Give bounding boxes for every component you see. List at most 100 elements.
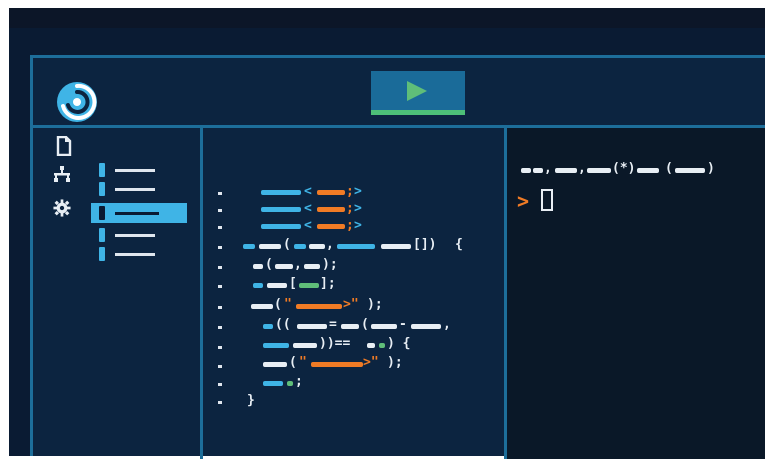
play-icon	[407, 81, 427, 101]
tree-item[interactable]	[99, 226, 179, 244]
code-token	[263, 381, 283, 386]
file-icon[interactable]	[55, 136, 73, 156]
code-token	[379, 343, 385, 348]
gutter-marker	[218, 209, 222, 212]
code-glyph: ,	[326, 237, 334, 252]
code-glyph: ;	[346, 184, 354, 199]
sidebar	[33, 128, 203, 459]
tree-item[interactable]	[99, 180, 179, 198]
output-glyph: )	[707, 161, 715, 176]
code-editor[interactable]: < ; > < ; > < ; > ( , []) {(,); []; …	[203, 128, 507, 459]
code-glyph: <	[304, 201, 312, 216]
tree-item[interactable]	[99, 245, 179, 263]
code-glyph: ;	[346, 201, 354, 216]
code-token	[294, 244, 306, 249]
brace-open: {	[455, 237, 463, 252]
gutter-marker	[218, 346, 222, 349]
code-token	[381, 244, 411, 249]
code-glyph: (	[274, 297, 282, 312]
gutter-marker	[218, 383, 222, 386]
code-glyph: =	[329, 317, 337, 332]
code-glyph: ;	[295, 374, 303, 389]
code-token	[263, 343, 289, 348]
gutter-marker	[218, 192, 222, 195]
code-token	[275, 264, 293, 269]
output-glyph: (	[665, 161, 673, 176]
swirl-logo-icon	[57, 82, 97, 122]
code-token	[253, 283, 263, 288]
terminal-cursor[interactable]	[541, 189, 553, 211]
code-token	[253, 264, 263, 269]
code-glyph: >	[354, 218, 362, 233]
top-bar	[9, 8, 765, 28]
code-glyph: <	[304, 218, 312, 233]
code-token	[251, 304, 273, 309]
code-token	[367, 343, 375, 348]
code-token	[259, 244, 281, 249]
tree-label	[115, 169, 155, 172]
code-token	[317, 190, 345, 195]
code-glyph: ,	[443, 317, 451, 332]
code-glyph: >"	[343, 297, 359, 312]
brace-close: }	[247, 393, 255, 408]
code-token	[299, 283, 319, 288]
code-token	[243, 244, 255, 249]
code-glyph: (	[361, 317, 369, 332]
code-token	[309, 244, 325, 249]
output-glyph: (*)	[612, 161, 636, 176]
code-glyph: >"	[363, 355, 379, 370]
gear-icon[interactable]	[53, 198, 71, 218]
output-glyph: ,	[578, 161, 586, 176]
app-screen: < ; > < ; > < ; > ( , []) {(,); []; …	[9, 8, 765, 459]
tree-label	[115, 188, 155, 191]
output-token	[533, 168, 543, 173]
code-token	[263, 362, 287, 367]
code-token	[293, 343, 317, 348]
gutter-marker	[218, 226, 222, 229]
tree-bullet	[99, 182, 105, 196]
terminal-prompt: >	[517, 189, 530, 213]
code-glyph: "	[284, 297, 292, 312]
code-token	[261, 224, 301, 229]
tree-bullet	[99, 247, 105, 261]
code-glyph: [])	[413, 237, 437, 252]
output-token	[675, 168, 705, 173]
run-button[interactable]	[371, 71, 465, 115]
toolbar	[33, 58, 765, 128]
hierarchy-icon[interactable]	[53, 164, 71, 184]
code-glyph: (	[283, 237, 291, 252]
code-token	[296, 304, 342, 309]
code-token	[263, 324, 273, 329]
code-glyph: (	[289, 355, 297, 370]
code-glyph: -	[399, 317, 407, 332]
tree-item-selected[interactable]	[91, 203, 187, 223]
code-token	[261, 190, 301, 195]
tree-bullet	[99, 206, 105, 220]
code-glyph: ];	[320, 276, 336, 291]
code-glyph: [	[289, 276, 297, 291]
ide-window: < ; > < ; > < ; > ( , []) {(,); []; …	[30, 55, 765, 459]
code-token	[411, 324, 441, 329]
gutter-marker	[218, 285, 222, 288]
code-glyph: ) {	[387, 336, 411, 351]
code-token	[261, 207, 301, 212]
code-glyph: ,	[294, 257, 302, 272]
code-glyph: >	[354, 201, 362, 216]
code-token	[311, 362, 363, 367]
tree-bullet	[99, 163, 105, 177]
output-token	[637, 168, 659, 173]
code-glyph: ;	[346, 218, 354, 233]
code-glyph: ))==	[319, 336, 351, 351]
code-token	[341, 324, 359, 329]
code-token	[371, 324, 397, 329]
code-token	[297, 324, 327, 329]
terminal-panel[interactable]: , , (*) ( ) >	[507, 128, 765, 459]
output-token	[555, 168, 577, 173]
tree-item[interactable]	[99, 161, 179, 179]
code-glyph: );	[387, 355, 403, 370]
code-glyph: <	[304, 184, 312, 199]
gutter-marker	[218, 326, 222, 329]
tree-label	[115, 253, 155, 256]
code-token	[287, 381, 293, 386]
tree-label	[115, 212, 159, 215]
